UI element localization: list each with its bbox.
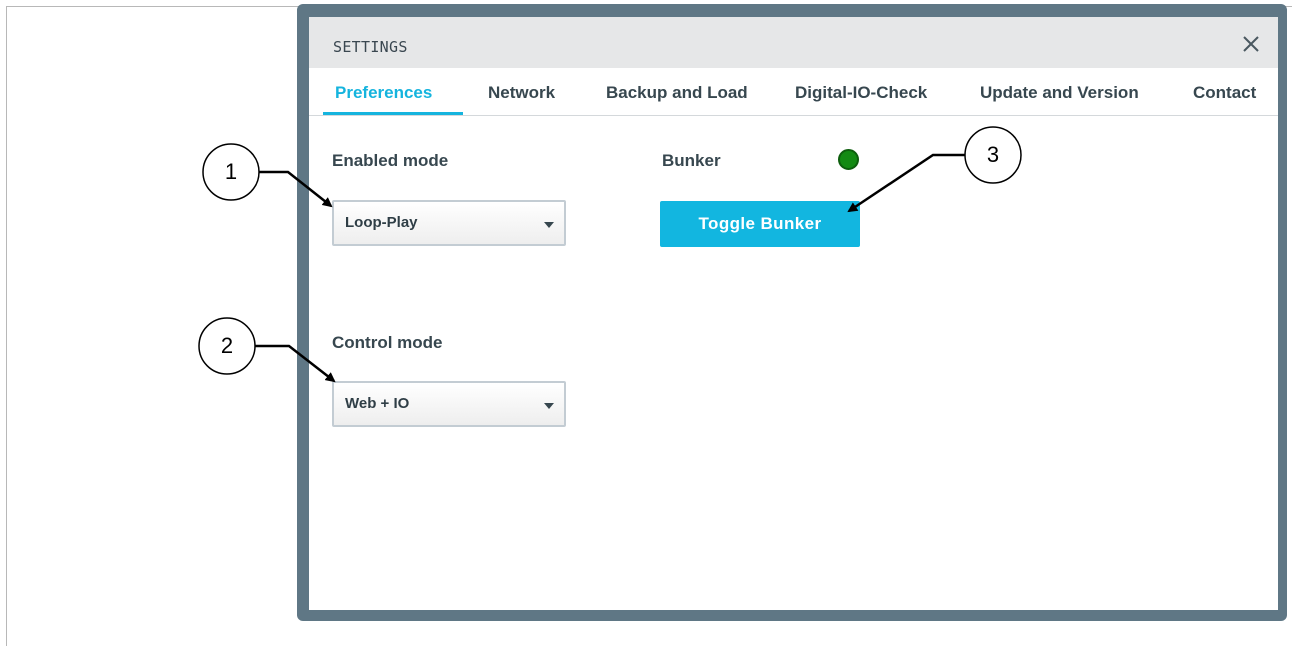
dialog-header: SETTINGS [309, 17, 1278, 68]
chevron-down-icon [544, 222, 554, 228]
bunker-label: Bunker [662, 151, 721, 170]
callout-number-3: 3 [986, 142, 1000, 167]
chevron-down-icon [544, 403, 554, 409]
enabled-mode-select[interactable]: Loop-Play [332, 200, 566, 246]
tab-network[interactable]: Network [488, 68, 555, 115]
control-mode-select[interactable]: Web + IO [332, 381, 566, 427]
toggle-bunker-button[interactable]: Toggle Bunker [660, 201, 860, 247]
tab-bar: Preferences Network Backup and Load Digi… [309, 68, 1278, 116]
bunker-status-indicator [838, 149, 859, 170]
callout-number-2: 2 [220, 333, 234, 358]
tab-backup-and-load[interactable]: Backup and Load [606, 68, 748, 115]
control-mode-value: Web + IO [345, 395, 410, 412]
callout-number-1: 1 [224, 159, 238, 184]
settings-dialog: SETTINGS Preferences Network Backup and … [297, 4, 1287, 621]
tab-update-and-version[interactable]: Update and Version [980, 68, 1139, 115]
close-icon [1243, 36, 1259, 52]
tab-digital-io-check[interactable]: Digital-IO-Check [795, 68, 927, 115]
tab-preferences[interactable]: Preferences [323, 68, 463, 115]
dialog-title: SETTINGS [333, 38, 408, 56]
tab-contact[interactable]: Contact [1193, 68, 1256, 115]
control-mode-label: Control mode [332, 333, 443, 352]
close-button[interactable] [1238, 31, 1264, 57]
settings-dialog-body: SETTINGS Preferences Network Backup and … [309, 17, 1278, 610]
enabled-mode-value: Loop-Play [345, 214, 418, 231]
enabled-mode-label: Enabled mode [332, 151, 449, 170]
